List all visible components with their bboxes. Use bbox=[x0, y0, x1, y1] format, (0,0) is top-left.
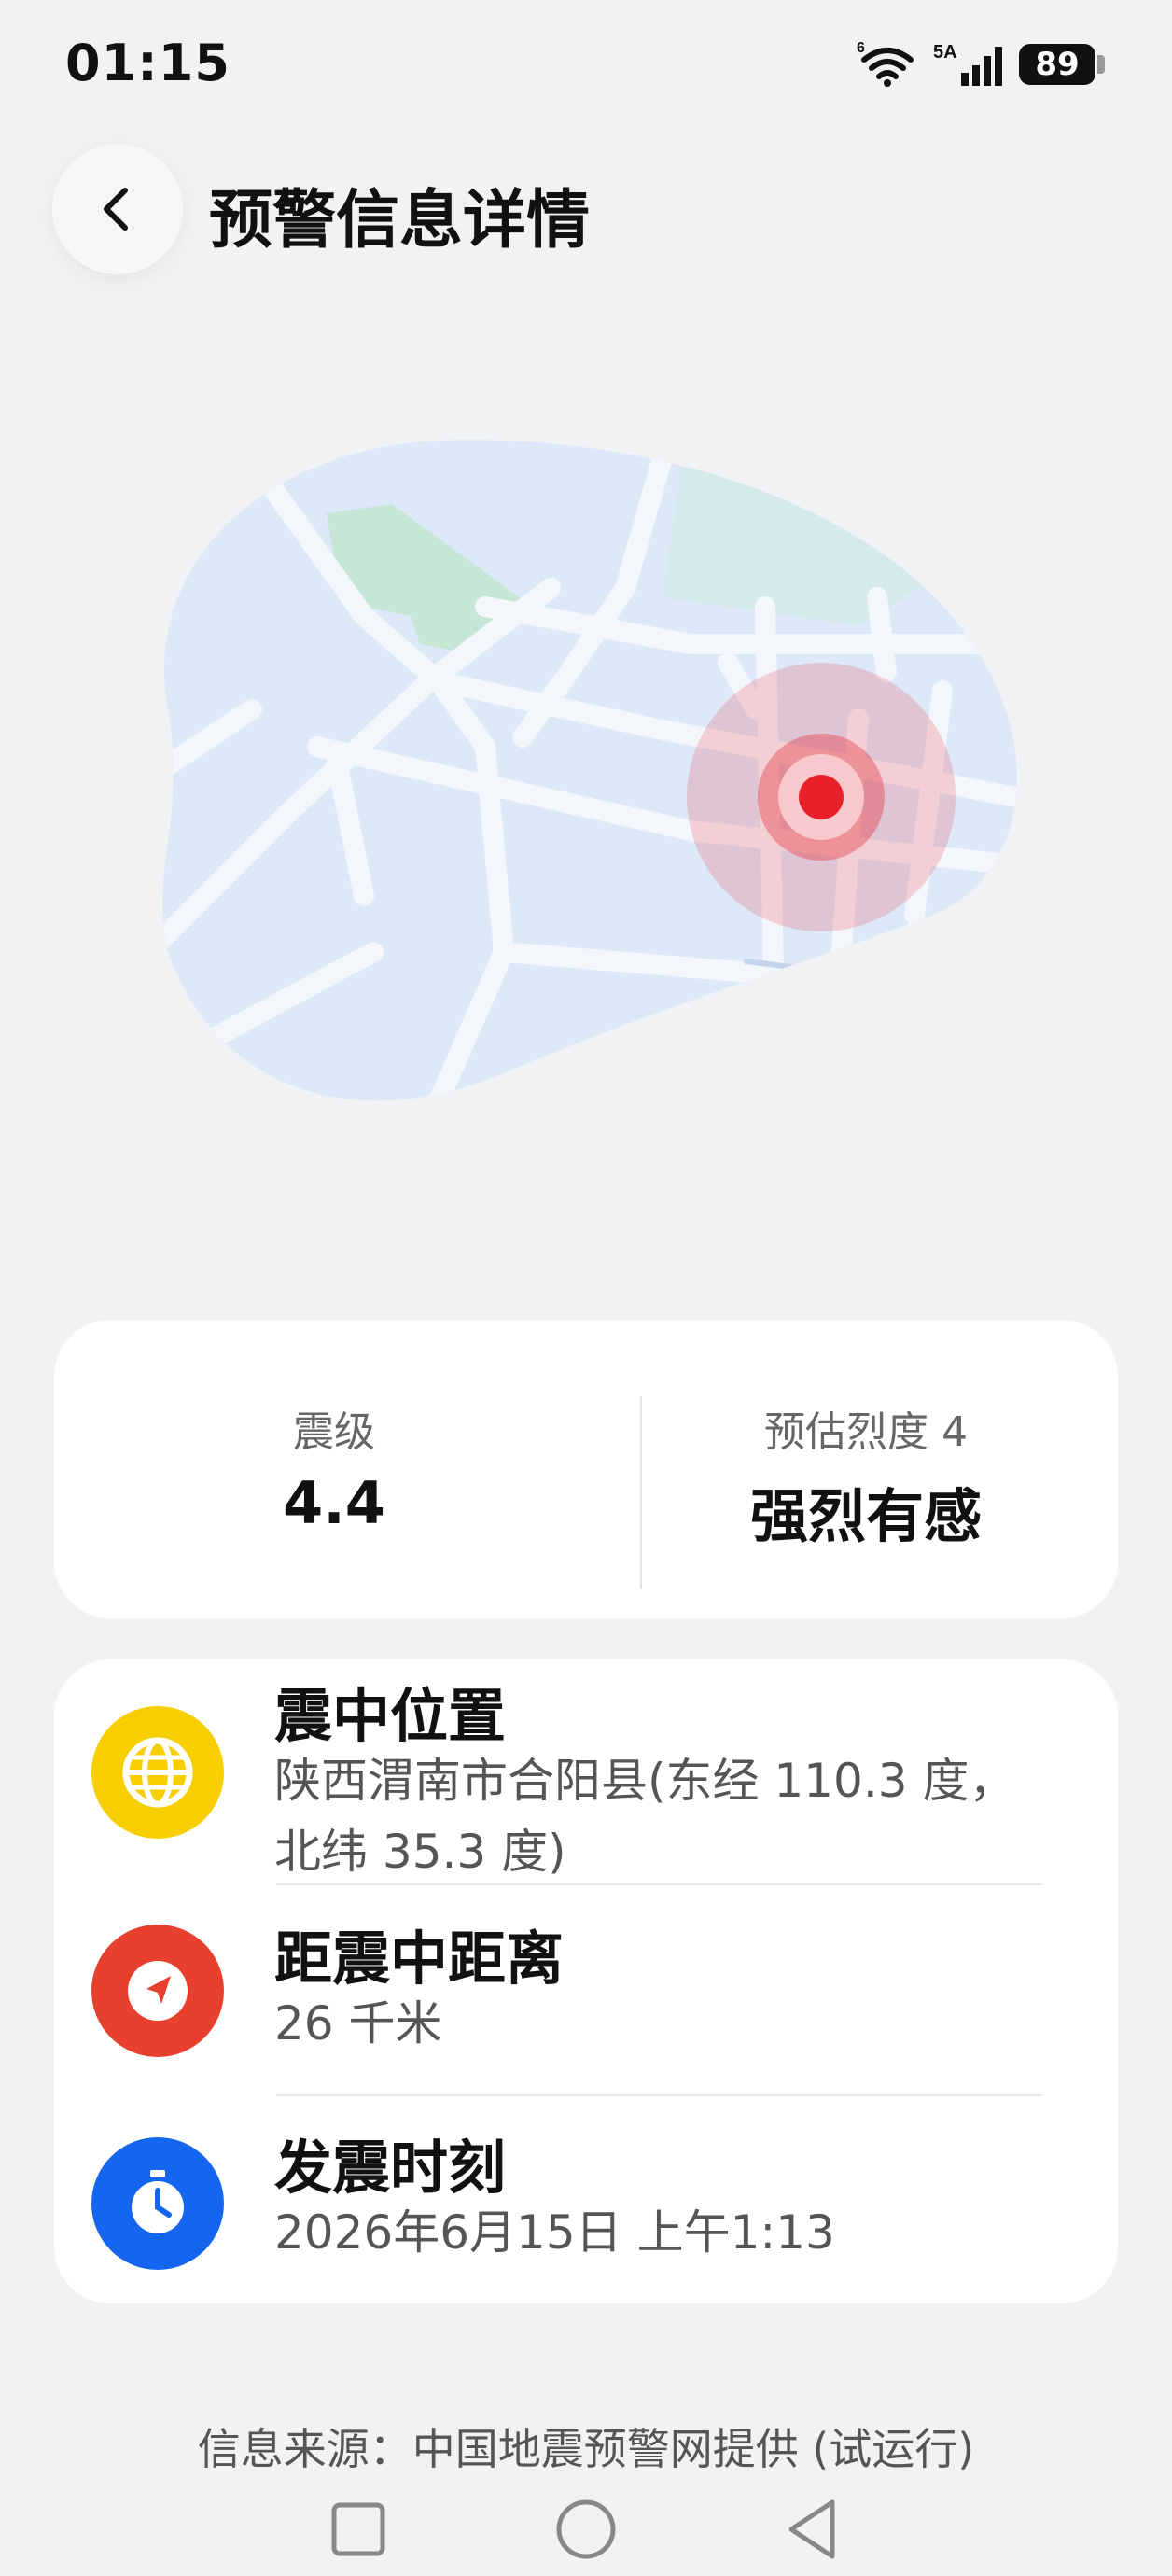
battery-level: 89 bbox=[1019, 44, 1095, 85]
stopwatch-icon bbox=[91, 2137, 224, 2270]
page-title: 预警信息详情 bbox=[209, 184, 591, 258]
magnitude-card: 震级 4.4 预估烈度 4 强烈有感 bbox=[54, 1320, 1118, 1618]
epicenter-map bbox=[162, 440, 1017, 1101]
details-card: 震中位置 陕西渭南市合阳县(东经 110.3 度，北纬 35.3 度) 距震中距… bbox=[54, 1659, 1118, 2303]
magnitude-label: 震级 bbox=[293, 1408, 375, 1456]
status-icons: 6 5A 89 bbox=[857, 41, 1105, 88]
magnitude-value: 4.4 bbox=[283, 1469, 385, 1537]
status-bar: 01:15 6 5A 89 bbox=[0, 0, 1172, 131]
globe-icon bbox=[91, 1706, 224, 1839]
magnitude-section: 震级 4.4 bbox=[54, 1320, 614, 1618]
chevron-left-icon bbox=[104, 188, 128, 231]
navigation-arrow-icon bbox=[91, 1925, 224, 2057]
intensity-label: 预估烈度 4 bbox=[764, 1408, 968, 1456]
epicenter-distance-row: 距震中距离 26 千米 bbox=[54, 1885, 1118, 2096]
epicenter-marker bbox=[799, 775, 844, 819]
quake-time-row: 发震时刻 2026年6月15日 上午1:13 bbox=[54, 2096, 1118, 2303]
epicenter-location-row: 震中位置 陕西渭南市合阳县(东经 110.3 度，北纬 35.3 度) bbox=[54, 1659, 1118, 1885]
wifi-icon: 6 bbox=[857, 41, 914, 87]
location-value: 陕西渭南市合阳县(东经 110.3 度，北纬 35.3 度) bbox=[274, 1754, 1016, 1879]
back-nav-button[interactable] bbox=[774, 2492, 849, 2567]
distance-title: 距震中距离 bbox=[274, 1925, 565, 1993]
intensity-section: 预估烈度 4 强烈有感 bbox=[614, 1320, 1118, 1618]
recents-button[interactable] bbox=[321, 2492, 396, 2567]
cellular-signal-icon: 5A bbox=[933, 42, 1002, 86]
signal-label: 5A bbox=[933, 42, 957, 63]
wifi-label: 6 bbox=[857, 41, 865, 56]
time-title: 发震时刻 bbox=[274, 2134, 507, 2202]
home-button[interactable] bbox=[549, 2492, 623, 2567]
distance-value: 26 千米 bbox=[274, 1996, 442, 2051]
location-title: 震中位置 bbox=[274, 1682, 507, 1750]
status-time: 01:15 bbox=[65, 34, 230, 92]
info-source: 信息来源：中国地震预警网提供 (试运行) bbox=[197, 2424, 975, 2474]
square-icon bbox=[331, 2502, 385, 2556]
back-button[interactable] bbox=[52, 144, 183, 274]
triangle-back-icon bbox=[788, 2499, 835, 2559]
time-value: 2026年6月15日 上午1:13 bbox=[274, 2205, 835, 2260]
circle-icon bbox=[556, 2499, 616, 2559]
battery-indicator: 89 bbox=[1019, 44, 1105, 85]
intensity-value: 强烈有感 bbox=[749, 1482, 982, 1550]
